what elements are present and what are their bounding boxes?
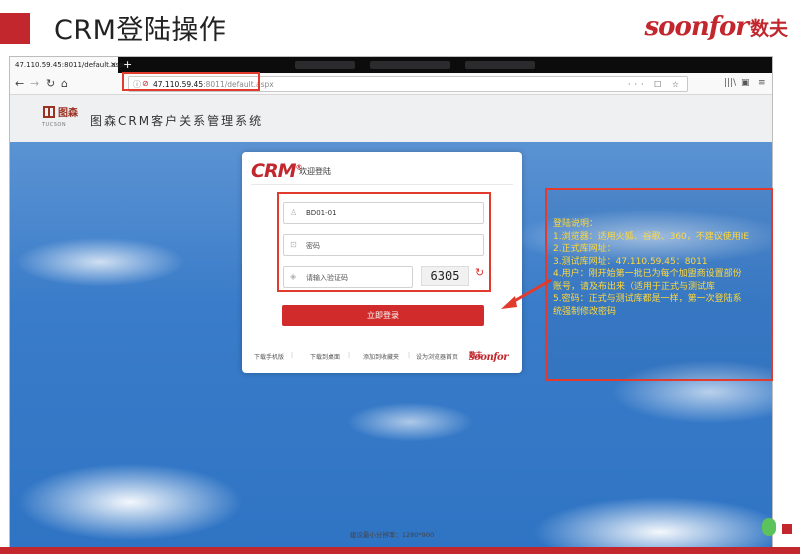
title-accent-bar bbox=[0, 13, 30, 44]
brand-word: soonfor bbox=[644, 12, 749, 42]
sidebar-icon[interactable]: ▣ bbox=[741, 78, 750, 88]
back-icon[interactable]: ← bbox=[15, 77, 24, 90]
instruction-line: 1.浏览器：适用火狐、谷歌、360，不建议使用IE bbox=[553, 231, 750, 242]
background-tab[interactable] bbox=[465, 61, 535, 69]
background-tab[interactable] bbox=[370, 61, 450, 69]
separator: | bbox=[408, 352, 411, 359]
instruction-line: 统强制修改密码 bbox=[553, 306, 617, 317]
site-logo-en: TUCSON bbox=[42, 122, 67, 128]
tucson-logo-icon bbox=[43, 106, 55, 118]
slide: CRM登陆操作 soonfor 数夫 47.110.59.45:8011/def… bbox=[0, 0, 800, 554]
resolution-note: 建议最小分辨率：1280*900 bbox=[349, 531, 435, 539]
footer-brand: soonfor bbox=[469, 352, 508, 363]
slide-title: CRM登陆操作 bbox=[54, 15, 227, 46]
footer-link-homepage[interactable]: 设为浏览器首页 bbox=[416, 352, 458, 361]
card-footer: 下载手机版 | 下载到桌面 | 添加到收藏夹 | 设为浏览器首页 soonfor… bbox=[242, 349, 522, 363]
background-tab[interactable] bbox=[295, 61, 355, 69]
close-icon[interactable]: × bbox=[110, 60, 117, 69]
site-logo-cn: 图森 bbox=[58, 108, 78, 119]
instruction-line: 5.密码：正式与测试库都是一样，第一次登陆系 bbox=[553, 294, 742, 304]
footer-soonfor-logo: soonfor 数夫 bbox=[469, 349, 508, 363]
login-instructions-box: 登陆说明： 1.浏览器：适用火狐、谷歌、360，不建议使用IE 2.正式库网址：… bbox=[545, 188, 773, 381]
new-tab-button[interactable]: + bbox=[123, 58, 132, 71]
tab-active[interactable]: 47.110.59.45:8011/default.aspx × bbox=[10, 57, 128, 73]
float-widget-icon[interactable] bbox=[762, 518, 776, 536]
soonfor-logo: soonfor 数夫 bbox=[645, 12, 788, 46]
library-icon[interactable]: |||\ bbox=[724, 78, 736, 88]
crm-logo-text: CRM bbox=[251, 160, 296, 182]
tab-strip: 47.110.59.45:8011/default.aspx × + bbox=[10, 57, 772, 73]
instruction-line: 账号，请及布出来（适用于正式与测试库 bbox=[553, 281, 716, 292]
instruction-line: 2.正式库网址： bbox=[553, 244, 616, 254]
footer-link-favorite[interactable]: 添加到收藏夹 bbox=[363, 352, 399, 361]
url-highlight-box bbox=[122, 72, 260, 91]
welcome-text: 欢迎登陆 bbox=[299, 167, 331, 176]
site-header: 图森 TUCSON 图森CRM客户关系管理系统 bbox=[10, 96, 772, 142]
fields-highlight-box bbox=[277, 192, 491, 292]
corner-square bbox=[782, 524, 792, 534]
forward-icon[interactable]: → bbox=[30, 77, 39, 90]
divider bbox=[251, 184, 513, 185]
reload-icon[interactable]: ↻ bbox=[46, 77, 55, 90]
bottom-bar bbox=[0, 547, 800, 554]
menu-icon[interactable]: ≡ bbox=[758, 78, 766, 88]
footer-link-desktop[interactable]: 下载到桌面 bbox=[310, 352, 340, 361]
separator: | bbox=[348, 352, 351, 359]
separator: | bbox=[291, 352, 294, 359]
site-title: 图森CRM客户关系管理系统 bbox=[90, 114, 264, 128]
brand-cn: 数夫 bbox=[749, 18, 788, 40]
login-card: CRM® 欢迎登陆 ♙ BD01-01 ⊡ 密码 ◈ 请输入验证码 6305 ↻… bbox=[242, 152, 522, 373]
page-actions[interactable]: ··· ☐ ☆ bbox=[628, 80, 683, 89]
crm-logo: CRM® bbox=[251, 160, 302, 182]
instruction-line: 3.测试库网址：47.110.59.45：8011 bbox=[553, 256, 708, 267]
login-button[interactable]: 立即登录 bbox=[282, 305, 484, 326]
home-icon[interactable]: ⌂ bbox=[61, 77, 68, 90]
instruction-line: 4.用户：刚开始第一批已为每个加盟商设置部份 bbox=[553, 269, 742, 279]
instruction-line: 登陆说明： bbox=[553, 219, 599, 229]
footer-link-mobile[interactable]: 下载手机版 bbox=[254, 352, 284, 361]
